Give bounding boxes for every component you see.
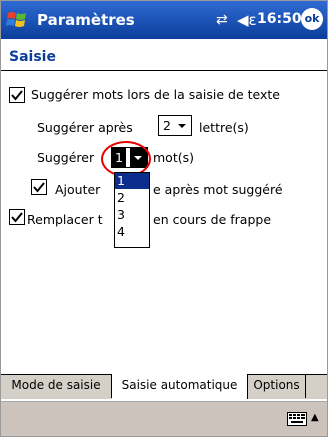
suggest-count-unit: mot(s) (153, 150, 194, 165)
suggest-words-checkbox[interactable] (9, 87, 25, 103)
menu-bar: ▲ (1, 401, 327, 436)
suggest-count-list[interactable]: 1 2 3 4 (114, 172, 150, 248)
settings-window: Paramètres ⇄ ◀ε 16:50 ok Saisie Suggérer… (0, 0, 328, 437)
title-bar: Paramètres ⇄ ◀ε 16:50 ok (1, 1, 327, 39)
page-header: Saisie (1, 46, 327, 71)
tab-bar: Mode de saisie Saisie automatique Option… (1, 374, 327, 399)
page-title: Saisie (9, 49, 56, 65)
tab-input-mode[interactable]: Mode de saisie (1, 374, 112, 398)
ok-button[interactable]: ok (301, 8, 323, 30)
add-space-label-start[interactable]: Ajouter (55, 182, 100, 197)
suggest-words-label[interactable]: Suggérer mots lors de la saisie de texte (31, 87, 280, 102)
tab-auto-input[interactable]: Saisie automatique (112, 374, 248, 399)
checkmark-icon (33, 182, 45, 193)
replace-label-start[interactable]: Remplacer t (27, 212, 103, 227)
keyboard-icon[interactable] (287, 412, 307, 426)
speaker-icon[interactable]: ◀ε (237, 11, 257, 29)
list-item[interactable]: 3 (115, 207, 149, 223)
app-title: Paramètres (37, 11, 135, 29)
sip-up-arrow-icon[interactable]: ▲ (311, 412, 319, 423)
connectivity-icon[interactable]: ⇄ (216, 12, 228, 28)
add-space-checkbox[interactable] (31, 179, 47, 195)
suggest-after-unit: lettre(s) (199, 120, 249, 135)
windows-start-icon[interactable] (5, 8, 31, 32)
suggest-after-value: 2 (163, 118, 171, 133)
clock[interactable]: 16:50 (257, 11, 302, 27)
list-item[interactable]: 2 (115, 190, 149, 206)
list-item[interactable]: 4 (115, 224, 149, 240)
replace-label-end[interactable]: en cours de frappe (153, 212, 271, 227)
checkmark-icon (11, 212, 23, 223)
suggest-after-label: Suggérer après (37, 120, 133, 135)
checkmark-icon (11, 90, 23, 101)
suggest-count-label: Suggérer (37, 150, 95, 165)
tab-options[interactable]: Options (248, 374, 306, 398)
add-space-label-end[interactable]: e après mot suggéré (153, 182, 283, 197)
header-divider (1, 70, 327, 71)
chevron-down-icon (174, 116, 191, 135)
suggest-after-dropdown[interactable]: 2 (158, 115, 192, 136)
list-item[interactable]: 1 (115, 173, 149, 189)
replace-checkbox[interactable] (9, 209, 25, 225)
